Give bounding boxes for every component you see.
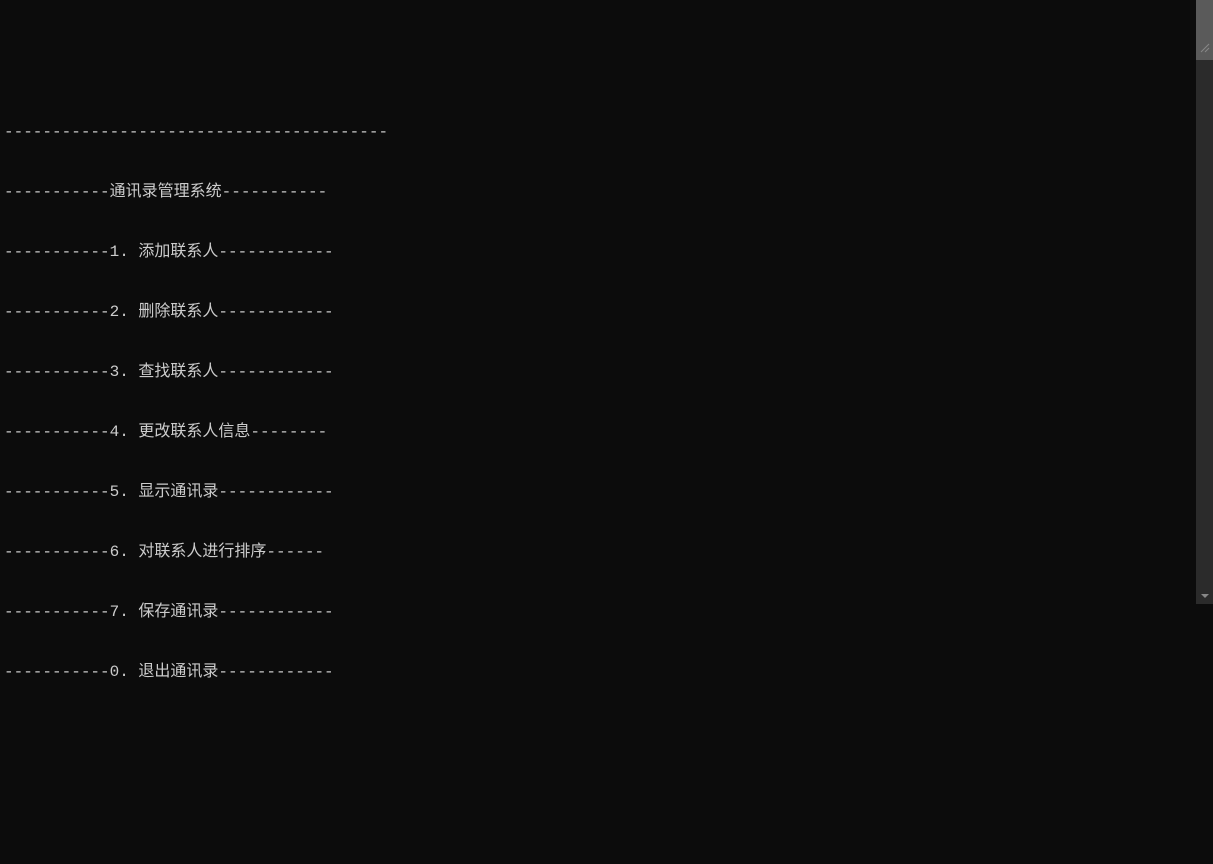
menu-item-add: -----------1. 添加联系人------------	[4, 242, 1192, 262]
menu-item-find: -----------3. 查找联系人------------	[4, 362, 1192, 382]
menu-item-save: -----------7. 保存通讯录------------	[4, 602, 1192, 622]
vertical-scrollbar[interactable]	[1196, 0, 1213, 604]
console-output[interactable]: ----------------------------------------…	[0, 80, 1196, 684]
menu-item-modify: -----------4. 更改联系人信息--------	[4, 422, 1192, 442]
scrollbar-down-arrow-icon[interactable]	[1196, 587, 1213, 604]
menu-item-exit: -----------0. 退出通讯录------------	[4, 662, 1192, 682]
menu-title: -----------通讯录管理系统-----------	[4, 182, 1192, 202]
menu-item-delete: -----------2. 删除联系人------------	[4, 302, 1192, 322]
scrollbar-thumb[interactable]	[1196, 0, 1213, 60]
menu-item-show: -----------5. 显示通讯录------------	[4, 482, 1192, 502]
menu-item-sort: -----------6. 对联系人进行排序------	[4, 542, 1192, 562]
menu-border-top: ----------------------------------------	[4, 122, 1192, 142]
